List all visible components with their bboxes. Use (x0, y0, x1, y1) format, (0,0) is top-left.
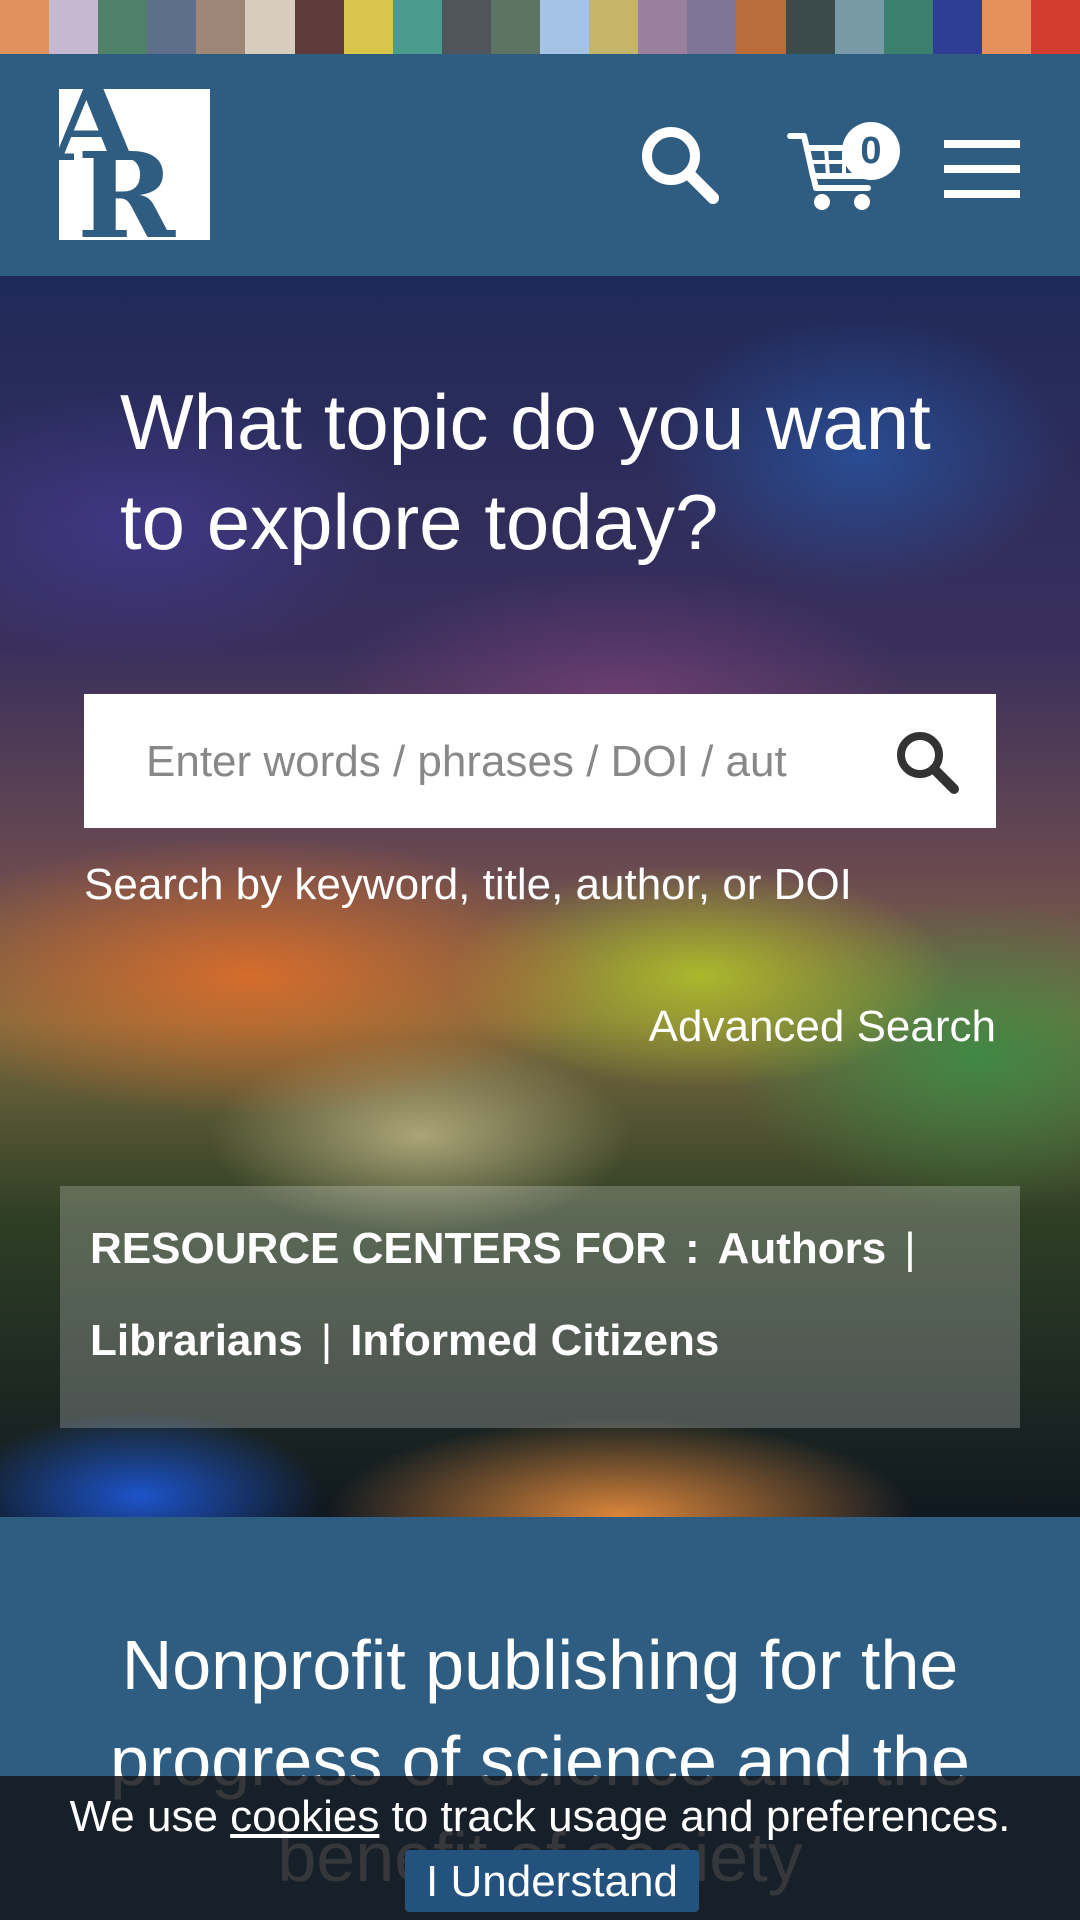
stripe-swatch (638, 0, 688, 54)
resource-link-authors[interactable]: Authors (718, 1224, 887, 1273)
search-input[interactable] (144, 694, 888, 830)
cookies-link[interactable]: cookies (230, 1792, 379, 1841)
search-hint: Search by keyword, title, author, or DOI (84, 860, 852, 909)
resource-link-librarians[interactable]: Librarians (90, 1316, 303, 1365)
advanced-search-link[interactable]: Advanced Search (649, 1002, 996, 1052)
hamburger-menu-icon (944, 140, 1020, 198)
search-box (84, 694, 996, 830)
cart-button[interactable]: 0 (786, 114, 906, 224)
site-header: A R 0 (0, 54, 1080, 276)
logo-letter-r: R (77, 126, 176, 241)
hero-title: What topic do you want to explore today? (120, 378, 931, 566)
resource-centers-line-2: Librarians | Informed Citizens (90, 1316, 719, 1366)
search-icon (897, 732, 959, 794)
site-logo[interactable]: A R (59, 89, 210, 240)
stripe-swatch (589, 0, 639, 54)
stripe-swatch (98, 0, 148, 54)
stripe-swatch (785, 0, 835, 54)
stripe-swatch (49, 0, 99, 54)
resource-centers-colon: : (684, 1224, 700, 1273)
resource-centers-line-1: RESOURCE CENTERS FOR: Authors | (90, 1224, 934, 1274)
stripe-swatch (392, 0, 442, 54)
search-submit-button[interactable] (892, 727, 962, 797)
cookie-text-after: to track usage and preferences. (391, 1792, 1011, 1841)
stripe-swatch (0, 0, 50, 54)
stripe-swatch (736, 0, 786, 54)
hero-section: What topic do you want to explore today?… (0, 276, 1080, 1517)
stripe-swatch (196, 0, 246, 54)
resource-link-informed-citizens[interactable]: Informed Citizens (350, 1316, 719, 1365)
search-icon (642, 127, 719, 204)
stripe-swatch (294, 0, 344, 54)
resource-separator: | (320, 1316, 333, 1365)
stripe-swatch (490, 0, 541, 54)
cookie-banner: We use cookies to track usage and prefer… (0, 1776, 1080, 1920)
resource-separator: | (904, 1224, 916, 1273)
header-search-button[interactable] (635, 120, 725, 210)
cookie-accept-button[interactable]: I Understand (405, 1850, 699, 1912)
main-menu-button[interactable] (944, 134, 1020, 204)
cookie-text-before: We use (69, 1792, 218, 1841)
resource-centers-label: RESOURCE CENTERS FOR (90, 1224, 667, 1273)
stripe-swatch (540, 0, 590, 54)
cookie-message: We use cookies to track usage and prefer… (0, 1792, 1080, 1842)
stripe-swatch (883, 0, 933, 54)
stripe-swatch (1030, 0, 1080, 54)
stripe-swatch (932, 0, 982, 54)
stripe-swatch (687, 0, 737, 54)
color-stripe (0, 0, 1080, 54)
cart-count-badge: 0 (842, 122, 900, 180)
stripe-swatch (245, 0, 295, 54)
stripe-swatch (834, 0, 884, 54)
stripe-swatch (981, 0, 1031, 54)
stripe-swatch (441, 0, 491, 54)
stripe-swatch (343, 0, 393, 54)
resource-centers-box: RESOURCE CENTERS FOR: Authors | Librarians… (60, 1186, 1020, 1428)
stripe-swatch (147, 0, 197, 54)
